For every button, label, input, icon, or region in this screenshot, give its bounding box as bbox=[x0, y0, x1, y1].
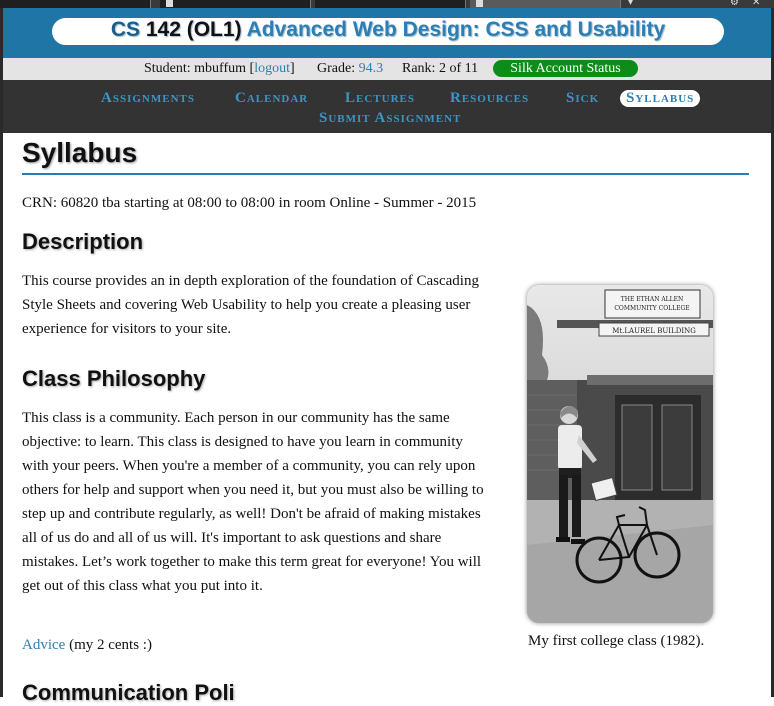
settings-gear-icon[interactable]: ⚙ bbox=[730, 0, 739, 8]
advice-suffix: (my 2 cents :) bbox=[65, 637, 152, 653]
page-title: Syllabus bbox=[22, 137, 138, 168]
course-name: Advanced Web Design: CSS and Usability bbox=[246, 18, 666, 41]
new-tab-icon[interactable]: ▾ bbox=[628, 0, 633, 8]
student-info-bar: Student: mbuffum [logout] Grade: 94.3 Ra… bbox=[3, 58, 771, 80]
nav-submit-assignment[interactable]: Submit Assignment bbox=[319, 110, 461, 127]
nav-lectures[interactable]: Lectures bbox=[345, 90, 415, 107]
title-divider bbox=[22, 173, 749, 175]
student-info: Student: mbuffum [logout] bbox=[144, 58, 295, 80]
nav-sick[interactable]: Sick bbox=[566, 90, 599, 107]
main-nav: Assignments Calendar Lectures Resources … bbox=[3, 80, 771, 133]
course-section: (OL1) bbox=[186, 18, 242, 41]
silk-account-status-button[interactable]: Silk Account Status bbox=[493, 60, 638, 77]
course-number: 142 bbox=[145, 18, 181, 41]
browser-tab[interactable] bbox=[315, 0, 466, 8]
browser-tab-strip: ▾ ⚙ ✕ bbox=[0, 0, 774, 8]
browser-tab-active[interactable] bbox=[470, 0, 621, 8]
course-code: CS bbox=[110, 18, 140, 41]
browser-tab[interactable] bbox=[0, 0, 151, 8]
tab-favicon-icon bbox=[476, 0, 483, 7]
advice-link[interactable]: Advice bbox=[22, 637, 65, 653]
photo-sign-line-3: Mt.LAUREL BUILDING bbox=[612, 327, 696, 335]
college-photo: THE ETHAN ALLEN COMMUNITY COLLEGE Mt.LAU… bbox=[527, 285, 713, 623]
close-icon[interactable]: ✕ bbox=[752, 0, 760, 8]
philosophy-heading: Class Philosophy bbox=[22, 366, 206, 391]
course-banner: CS 142 (OL1) Advanced Web Design: CSS an… bbox=[3, 8, 771, 58]
nav-syllabus[interactable]: Syllabus bbox=[620, 90, 701, 107]
nav-calendar[interactable]: Calendar bbox=[235, 90, 308, 107]
student-suffix: ] bbox=[289, 61, 295, 76]
nav-assignments[interactable]: Assignments bbox=[101, 90, 195, 107]
communication-policy-heading: Communication Poli bbox=[22, 680, 235, 705]
photo-caption: My first college class (1982). bbox=[528, 633, 705, 649]
philosophy-text: This class is a community. Each person i… bbox=[22, 410, 484, 594]
student-label: Student: mbuffum [ bbox=[144, 61, 255, 76]
grade-label: Grade: bbox=[317, 61, 356, 76]
college-photo-illustration: THE ETHAN ALLEN COMMUNITY COLLEGE Mt.LAU… bbox=[527, 285, 713, 623]
photo-sign-line-1: THE ETHAN ALLEN bbox=[621, 296, 684, 303]
nav-resources[interactable]: Resources bbox=[450, 90, 529, 107]
description-text: This course provides an in depth explora… bbox=[22, 273, 479, 337]
browser-tab[interactable] bbox=[160, 0, 311, 8]
course-title: CS 142 (OL1) Advanced Web Design: CSS an… bbox=[52, 18, 724, 45]
crn-line: CRN: 60820 tba starting at 08:00 to 08:0… bbox=[22, 195, 477, 211]
photo-sign-line-2: COMMUNITY COLLEGE bbox=[614, 305, 689, 312]
grade: Grade: 94.3 bbox=[317, 58, 383, 80]
grade-value-link[interactable]: 94.3 bbox=[359, 61, 384, 76]
logout-link[interactable]: logout bbox=[254, 61, 290, 76]
tab-favicon-icon bbox=[166, 0, 173, 7]
rank: Rank: 2 of 11 bbox=[402, 61, 479, 76]
advice-line: Advice (my 2 cents :) bbox=[22, 637, 152, 654]
description-heading: Description bbox=[22, 229, 144, 254]
